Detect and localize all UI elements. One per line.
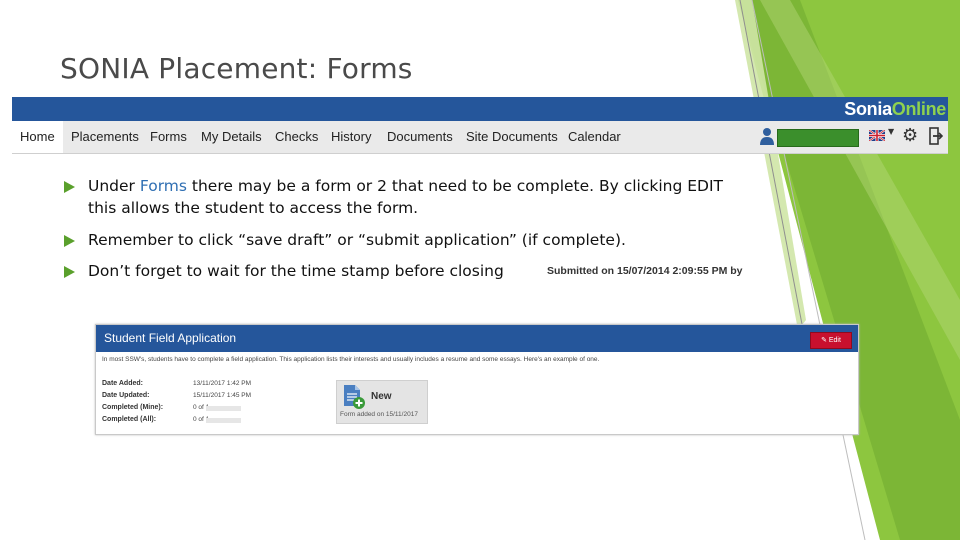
- progress-bar-mine: [206, 406, 241, 411]
- progress-bar-all: [206, 418, 241, 423]
- chevron-down-icon[interactable]: ▼: [888, 127, 894, 136]
- document-add-icon: [344, 385, 365, 409]
- sonia-online-logo: SoniaOnline: [844, 99, 946, 119]
- nav-item-home[interactable]: Home: [12, 121, 63, 153]
- settings-gear-icon[interactable]: ⚙: [902, 126, 918, 146]
- bullet-arrow-icon: [64, 181, 75, 193]
- field-label-date-added: Date Added:: [102, 380, 143, 387]
- tile-added-date: Form added on 15/11/2017: [340, 411, 418, 418]
- nav-item-calendar[interactable]: Calendar: [560, 121, 629, 153]
- field-label-completed-all: Completed (All):: [102, 416, 157, 423]
- tile-new-label: New: [371, 391, 392, 402]
- panel-title: Student Field Application: [104, 331, 237, 345]
- bullet-arrow-icon: [64, 235, 75, 247]
- nav-item-site-documents[interactable]: Site Documents: [458, 121, 566, 153]
- student-field-application-panel: Student Field Application ✎ Edit In most…: [95, 324, 859, 435]
- submitted-timestamp: Submitted on 15/07/2014 2:09:55 PM by: [547, 265, 743, 277]
- nav-item-history[interactable]: History: [323, 121, 379, 153]
- form-tile-new[interactable]: New Form added on 15/11/2017: [336, 380, 428, 424]
- field-value-date-updated: 15/11/2017 1:45 PM: [193, 392, 252, 399]
- panel-header: Student Field Application ✎ Edit: [96, 325, 858, 352]
- field-value-date-added: 13/11/2017 1:42 PM: [193, 380, 252, 387]
- sonia-header-bar: SoniaOnline: [12, 97, 948, 121]
- user-icon[interactable]: [760, 127, 774, 145]
- uk-flag-icon[interactable]: [869, 130, 885, 141]
- nav-item-documents[interactable]: Documents: [379, 121, 461, 153]
- slide-title: SONIA Placement: Forms: [60, 52, 413, 85]
- nav-item-forms[interactable]: Forms: [142, 121, 195, 153]
- bullet-arrow-icon: [64, 266, 75, 278]
- user-name-box: [777, 129, 859, 147]
- panel-description: In most SSW's, students have to complete…: [102, 356, 600, 363]
- bullet-save-draft: Remember to click “save draft” or “submi…: [64, 229, 724, 251]
- nav-item-placements[interactable]: Placements: [63, 121, 147, 153]
- field-label-completed-mine: Completed (Mine):: [102, 404, 164, 411]
- nav-item-checks[interactable]: Checks: [267, 121, 326, 153]
- nav-item-my-details[interactable]: My Details: [193, 121, 270, 153]
- edit-button[interactable]: ✎ Edit: [810, 332, 852, 349]
- sonia-nav-bar: Home Placements Forms My Details Checks …: [12, 121, 948, 154]
- logout-icon[interactable]: [929, 127, 943, 145]
- forms-highlight: Forms: [139, 177, 187, 195]
- bullet-forms-edit: Under Forms there may be a form or 2 tha…: [64, 175, 724, 219]
- field-label-date-updated: Date Updated:: [102, 392, 150, 399]
